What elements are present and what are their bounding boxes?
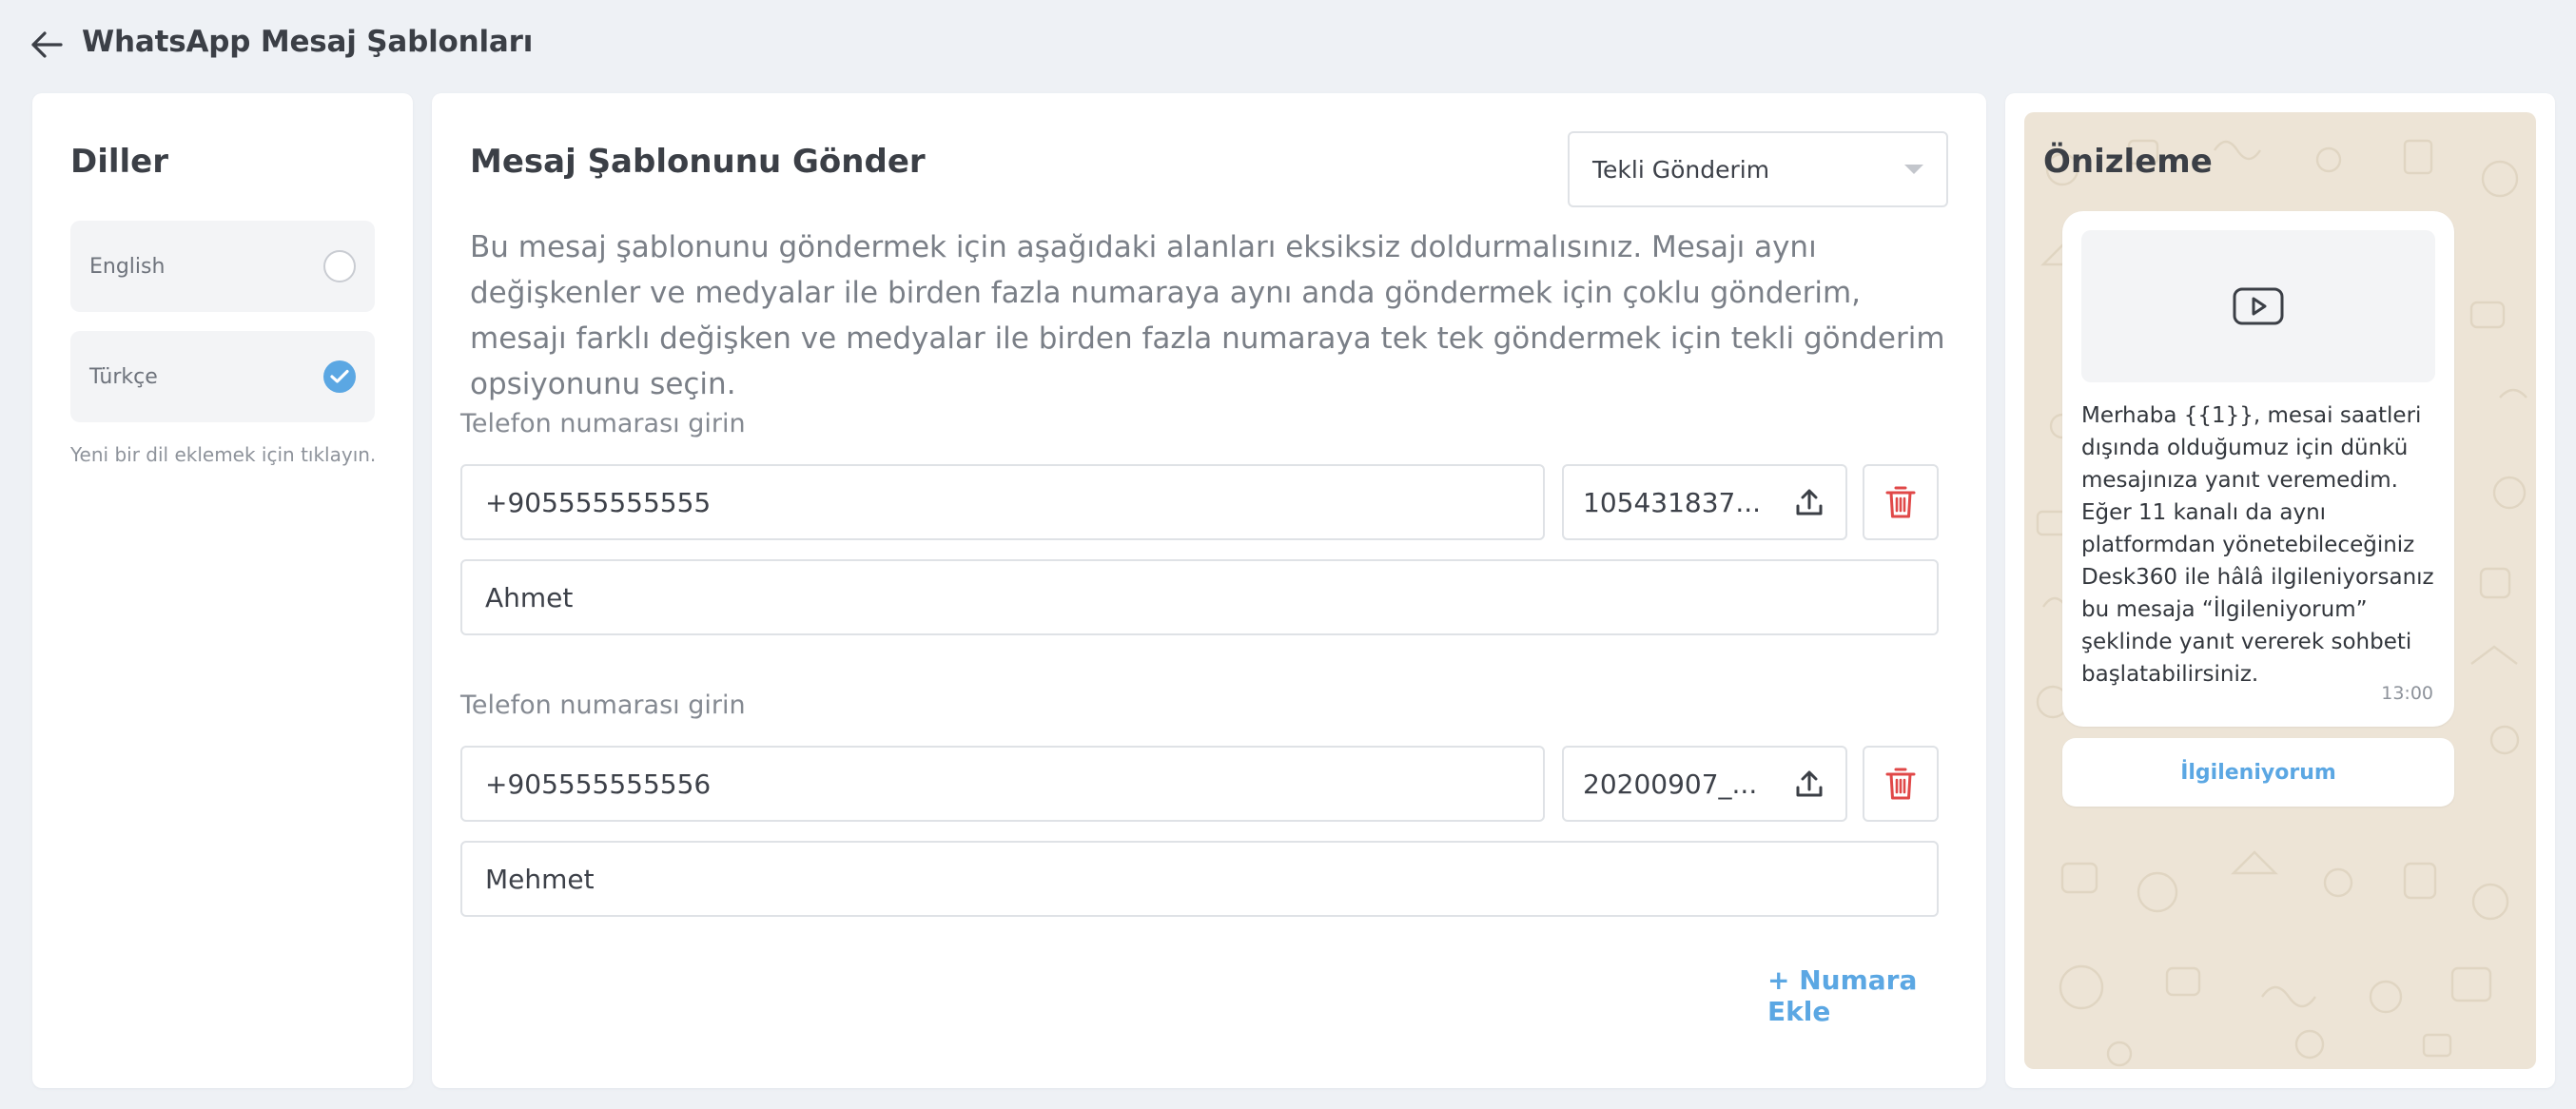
- media-file-field[interactable]: 20200907_...: [1562, 746, 1847, 822]
- message-time: 13:00: [2381, 683, 2433, 704]
- arrow-left-icon: [31, 31, 63, 58]
- variable-input[interactable]: Mehmet: [460, 841, 1939, 917]
- languages-title: Diller: [70, 143, 169, 181]
- top-bar: WhatsApp Mesaj Şablonları: [0, 0, 2576, 89]
- phone-input[interactable]: +905555555556: [460, 746, 1545, 822]
- phone-label: Telefon numarası girin: [460, 691, 746, 720]
- send-template-title: Mesaj Şablonunu Gönder: [470, 143, 926, 181]
- chevron-down-icon: [1904, 165, 1923, 174]
- trash-icon: [1885, 768, 1916, 800]
- radio-unchecked-icon[interactable]: [323, 250, 356, 282]
- delete-recipient-button[interactable]: [1863, 746, 1939, 822]
- back-button[interactable]: [25, 23, 68, 67]
- add-language-hint[interactable]: Yeni bir dil eklemek için tıklayın.: [70, 443, 376, 466]
- send-template-panel: Mesaj Şablonunu Gönder Tekli Gönderim Bu…: [432, 93, 1986, 1088]
- media-file-name: 20200907_...: [1583, 768, 1758, 800]
- send-mode-select[interactable]: Tekli Gönderim: [1568, 131, 1948, 207]
- media-file-name: 105431837...: [1583, 486, 1762, 518]
- check-icon[interactable]: [323, 360, 356, 393]
- language-label: Türkçe: [89, 364, 158, 389]
- preview-panel: Önizleme Merhaba {{1}}, mesai saatleri d…: [2005, 93, 2555, 1088]
- message-text: Merhaba {{1}}, mesai saatleri dışında ol…: [2081, 403, 2434, 687]
- play-icon: [2233, 287, 2284, 325]
- add-number-button[interactable]: + Numara Ekle: [1767, 964, 1986, 1027]
- page-title: WhatsApp Mesaj Şablonları: [82, 25, 534, 59]
- send-mode-value: Tekli Gönderim: [1592, 155, 1770, 184]
- phone-input[interactable]: +905555555555: [460, 464, 1545, 540]
- upload-icon[interactable]: [1790, 765, 1828, 803]
- delete-recipient-button[interactable]: [1863, 464, 1939, 540]
- upload-icon[interactable]: [1790, 483, 1828, 521]
- instructions-text: Bu mesaj şablonunu göndermek için aşağıd…: [470, 230, 1945, 401]
- phone-label: Telefon numarası girin: [460, 409, 746, 438]
- variable-input[interactable]: Ahmet: [460, 559, 1939, 635]
- preview-title: Önizleme: [2043, 143, 2213, 181]
- message-bubble: Merhaba {{1}}, mesai saatleri dışında ol…: [2062, 211, 2454, 727]
- media-file-field[interactable]: 105431837...: [1562, 464, 1847, 540]
- quick-reply-button[interactable]: İlgileniyorum: [2062, 738, 2454, 807]
- languages-panel: Diller English Türkçe Yeni bir dil eklem…: [32, 93, 413, 1088]
- trash-icon: [1885, 486, 1916, 518]
- media-placeholder: [2081, 230, 2435, 382]
- language-option-turkish[interactable]: Türkçe: [70, 331, 375, 422]
- language-label: English: [89, 254, 166, 279]
- language-option-english[interactable]: English: [70, 221, 375, 312]
